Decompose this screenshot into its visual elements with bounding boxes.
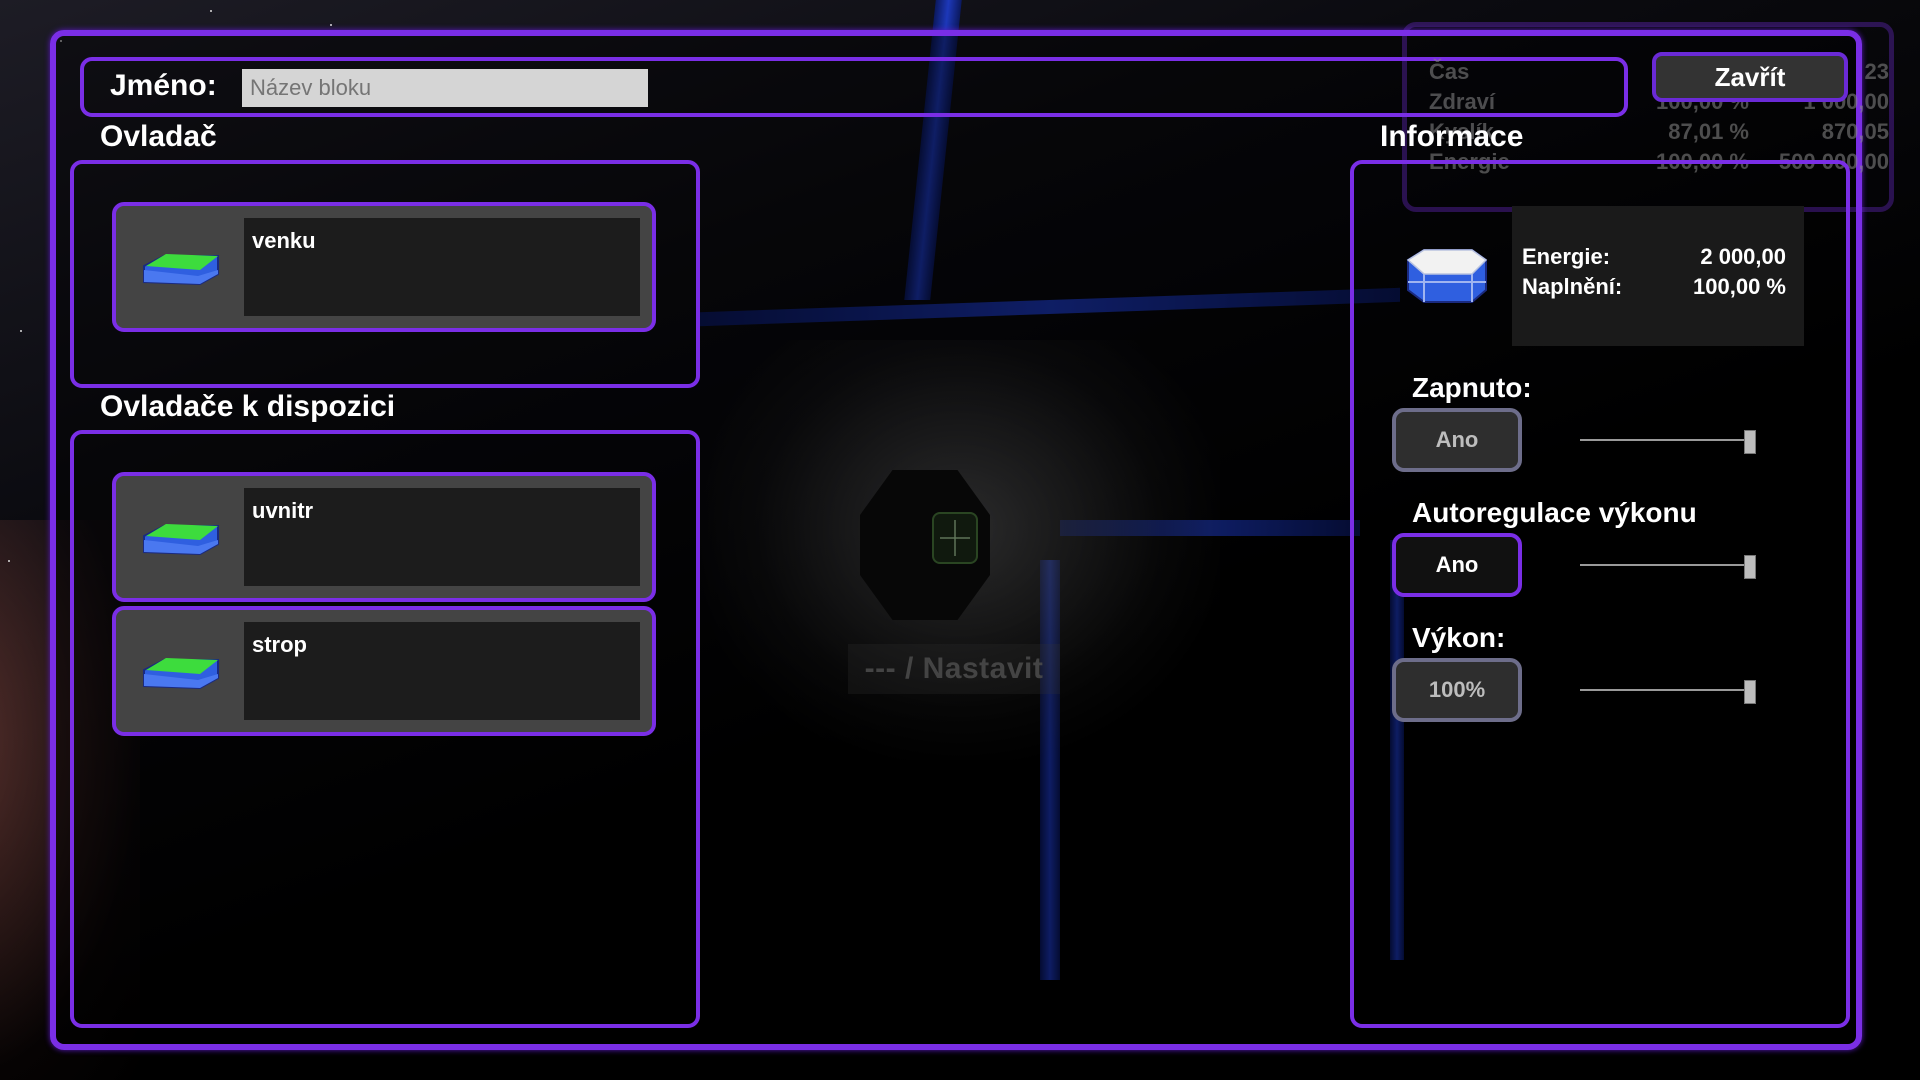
star	[330, 24, 332, 26]
item-label-box: uvnitr	[244, 488, 640, 586]
item-label-box: venku	[244, 218, 640, 316]
slider-track	[1580, 689, 1750, 691]
block-name-input[interactable]	[242, 69, 648, 107]
auto-regulation-toggle[interactable]: Ano	[1392, 533, 1522, 597]
item-label: uvnitr	[252, 498, 314, 523]
slider-handle[interactable]	[1744, 555, 1756, 579]
info-value: 2 000,00	[1700, 244, 1786, 269]
hud-value: 870,05	[1821, 119, 1889, 144]
star	[20, 330, 22, 332]
power-label: Zapnuto:	[1412, 372, 1532, 403]
close-button[interactable]: Zavřít	[1652, 52, 1848, 102]
output-toggle[interactable]: 100%	[1392, 658, 1522, 722]
info-value: 100,00 %	[1693, 274, 1786, 299]
info-key: Energie:	[1522, 244, 1611, 269]
available-section-title: Ovladače k dispozici	[100, 390, 396, 423]
slider-handle[interactable]	[1744, 680, 1756, 704]
auto-regulation-label: Autoregulace výkonu	[1412, 497, 1697, 528]
power-slider[interactable]	[1580, 430, 1756, 454]
hud-label: Zdraví	[1429, 89, 1496, 114]
hud-value: 23	[1864, 59, 1889, 84]
item-label: venku	[252, 228, 316, 253]
star	[210, 10, 212, 12]
info-section-title: Informace	[1380, 120, 1524, 153]
list-item-available[interactable]: uvnitr	[112, 472, 656, 602]
controller-section-title: Ovladač	[100, 120, 217, 153]
slider-track	[1580, 439, 1750, 441]
power-toggle[interactable]: Ano	[1392, 408, 1522, 472]
info-key: Naplnění:	[1522, 274, 1623, 299]
slider-track	[1580, 564, 1750, 566]
item-label-box: strop	[244, 622, 640, 720]
auto-regulation-slider[interactable]	[1580, 555, 1756, 579]
output-label: Výkon:	[1412, 622, 1506, 653]
item-label: strop	[252, 632, 307, 657]
list-item-controller[interactable]: venku	[112, 202, 656, 332]
slider-handle[interactable]	[1744, 430, 1756, 454]
hud-percent: 87,01 %	[1668, 119, 1749, 144]
controller-block-icon	[143, 254, 219, 286]
controller-block-icon	[143, 658, 219, 690]
star	[8, 560, 10, 562]
list-item-available[interactable]: strop	[112, 606, 656, 736]
controller-block-icon	[143, 524, 219, 556]
block-info-box: Energie: 2 000,00 Naplnění: 100,00 %	[1512, 206, 1804, 346]
output-slider[interactable]	[1580, 680, 1756, 704]
name-label: Jméno:	[110, 69, 217, 102]
hud-label: Čas	[1429, 59, 1470, 84]
battery-block-icon	[1406, 249, 1488, 303]
